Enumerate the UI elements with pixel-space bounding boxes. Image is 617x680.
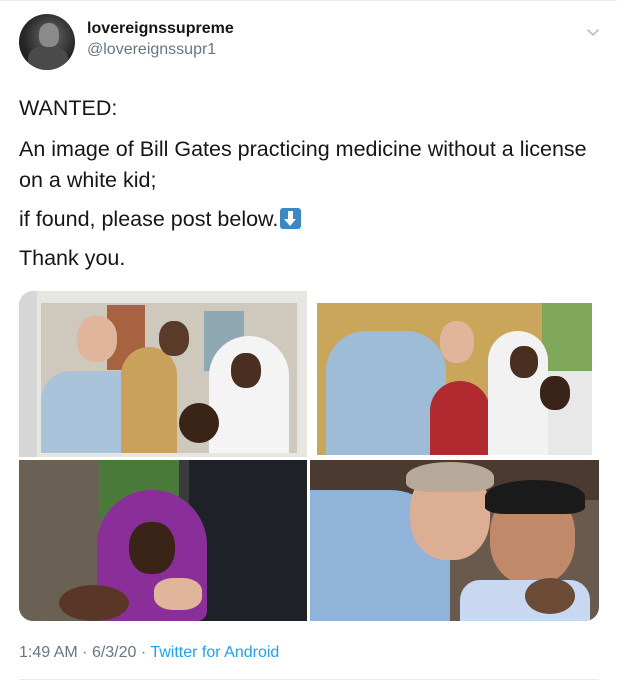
media-grid [19,291,599,621]
photo-clinic-vaccination[interactable] [19,291,307,457]
person-shirt [326,331,446,455]
separator-dot: · [82,644,88,661]
hand [154,578,202,610]
avatar-figure [28,46,68,70]
child [179,403,219,443]
person-face [77,316,117,362]
down-arrow-emoji-icon [280,208,302,229]
separator-dot: · [140,644,147,661]
child-face [525,578,575,614]
top-divider [0,0,617,1]
photo-polio-drops[interactable] [19,460,307,621]
avatar[interactable] [19,14,75,70]
woman-dress [430,381,490,455]
child-face [540,376,570,410]
man-face [159,321,189,356]
tweet-line-instruction-text: if found, please post below. [19,207,279,231]
hair [406,462,494,492]
nurse-face [231,353,261,388]
display-name[interactable]: lovereignssupreme [87,20,234,38]
wall-poster [542,303,592,373]
nurse-hair [485,480,585,514]
tweet-timestamp: 1:49 AM · 6/3/20 · Twitter for Android [19,644,279,662]
tweet-line-instruction: if found, please post below. [19,204,609,235]
tweet-source-link[interactable]: Twitter for Android [150,644,279,661]
handle[interactable]: @lovereignssupr1 [87,41,216,59]
woman-face [129,522,175,574]
tweet-date[interactable]: 6/3/20 [92,644,136,661]
tweet-line-heading: WANTED: [19,96,118,120]
photo-closeup-vaccination[interactable] [310,460,599,621]
photo-group-vaccination[interactable] [310,291,599,457]
child [59,585,129,621]
person-face [440,321,474,363]
photo-edge [19,291,37,457]
tweet-line-thanks: Thank you. [19,246,126,270]
mother-scarf [121,347,177,453]
tweet-time[interactable]: 1:49 AM [19,644,78,661]
nurse-face [510,346,538,378]
tweet-line-request: An image of Bill Gates practicing medici… [19,137,587,192]
chevron-down-icon[interactable] [586,26,600,40]
avatar-head [39,23,59,47]
